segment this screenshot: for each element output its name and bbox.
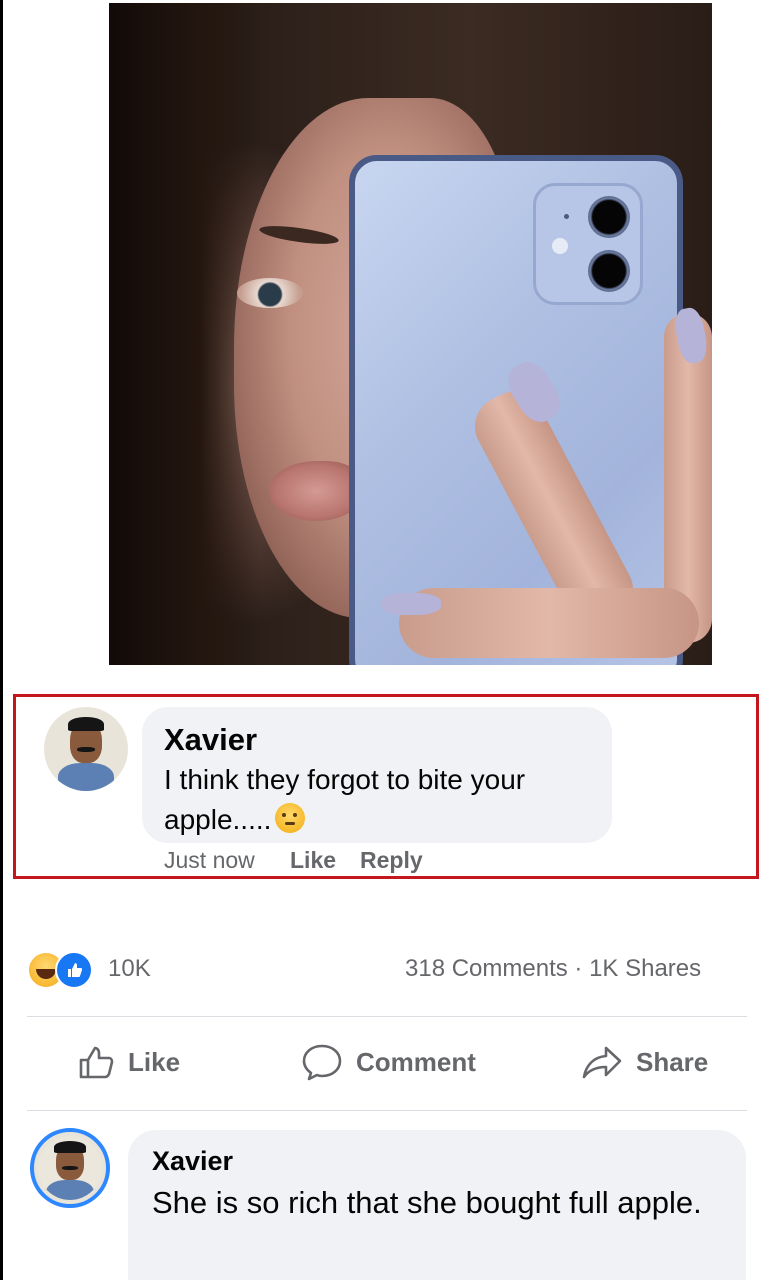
comment-reply-link[interactable]: Reply (360, 847, 423, 874)
comment-button[interactable]: Comment (300, 1040, 476, 1084)
comment-icon (302, 1044, 342, 1081)
like-button[interactable]: Like (76, 1040, 180, 1084)
comment-author[interactable]: Xavier (164, 722, 257, 758)
camera-flash (552, 238, 568, 254)
photo-finger (399, 588, 699, 658)
photo-eye (237, 278, 303, 308)
left-edge-border (0, 0, 3, 1280)
thinking-emoji-icon (275, 803, 306, 833)
reaction-icons[interactable] (27, 951, 99, 989)
divider (27, 1016, 747, 1017)
comment-author[interactable]: Xavier (152, 1146, 233, 1177)
comment-text: I think they forgot to bite your apple..… (164, 764, 526, 835)
like-icon (55, 951, 93, 989)
share-arrow-icon (582, 1046, 622, 1079)
post-photo[interactable] (109, 3, 712, 665)
commenter-avatar[interactable] (44, 707, 128, 791)
camera-lens (588, 250, 630, 292)
comment-share-stats[interactable]: 318 Comments · 1K Shares (405, 955, 701, 983)
commenter-avatar[interactable] (30, 1128, 110, 1208)
reaction-count[interactable]: 10K (108, 955, 151, 983)
comment-time: Just now (164, 847, 255, 873)
divider (27, 1110, 747, 1111)
photo-nail (381, 593, 441, 615)
thumbs-up-icon (79, 1046, 114, 1079)
share-button[interactable]: Share (580, 1040, 708, 1084)
camera-module (533, 183, 643, 305)
camera-lens (588, 196, 630, 238)
comment-text: She is so rich that she bought full appl… (152, 1185, 702, 1220)
camera-mic (564, 214, 569, 219)
comment-like-link[interactable]: Like (290, 847, 336, 874)
